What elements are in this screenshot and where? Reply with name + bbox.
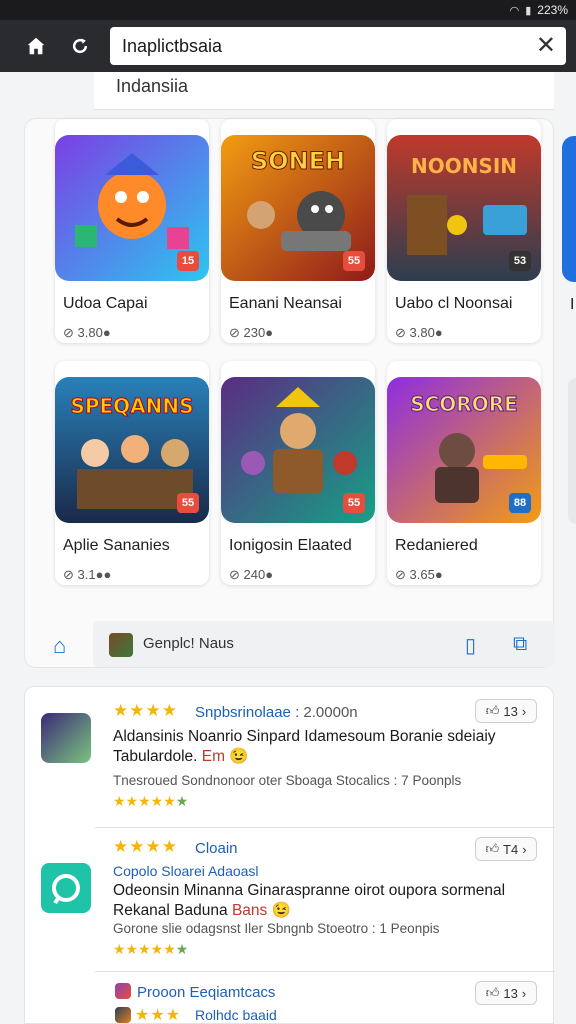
mini-avatar [115,1007,131,1023]
game-card[interactable]: SCORORE 88 Redaniered ⊘ 3.65● [387,361,541,585]
reviews-section: ★★★★ Snpbsrinolaae : 2.0000n 👍︎ 13 › Aldan… [24,686,555,1024]
like-button[interactable]: 👍︎ 13 › [475,699,537,723]
like-button[interactable]: 👍︎ T4 › [475,837,537,861]
share-icon[interactable]: ⧉ [513,633,527,656]
review-footer: Tnesroued Sondnonoor oter Sboaga Stocali… [113,773,462,788]
address-bar[interactable]: ✕ [110,27,566,65]
tab-label[interactable]: Genplc! Naus [143,635,234,652]
game-meta: ⊘ 3.80● [63,325,111,340]
chevron-right-icon: › [521,985,527,1001]
svg-text:SPEQANNS: SPEQANNS [70,394,193,418]
game-thumbnail: NOONSIN 53 [387,135,541,281]
game-badge: 55 [177,493,199,513]
game-badge: 53 [509,251,531,271]
rating-stars: ★★★ [135,1007,182,1024]
divider [95,971,555,972]
suggestion-text: Indansiia [116,76,189,96]
app-icon [109,633,133,657]
avatar [41,713,91,763]
game-title: Uabo cl Noonsai [395,295,513,312]
wifi-icon: ◠ [509,4,520,17]
link-icon: ⊘ [395,567,410,582]
games-panel: 15 Udoa Capai ⊘ 3.80● SONEH 55 Eanani Ne… [24,118,555,669]
mini-rating-stars: ★★★★★★ [113,941,189,957]
link-icon: ⊘ [229,325,244,340]
link-icon: ⊘ [229,567,244,582]
emoji-icon: 😉 [271,902,291,919]
browser-toolbar: ✕ [0,20,576,72]
status-bar: ◠ ▮ 223% [0,0,576,20]
avatar [41,863,91,913]
emoji-icon: 😉 [229,748,249,765]
search-suggestion[interactable]: Indansiia [94,72,554,110]
game-meta: ⊘ 3.65● [395,567,443,582]
game-badge: 55 [343,251,365,271]
mini-avatar [115,983,131,999]
svg-text:SONEH: SONEH [251,147,345,175]
thumbs-up-icon: 👍︎ [485,703,500,718]
chevron-right-icon: › [521,703,527,719]
game-title: Eanani Neansai [229,295,342,312]
game-thumbnail: 15 [55,135,209,281]
game-thumbnail: SONEH 55 [221,135,375,281]
game-thumbnail: SPEQANNS 55 [55,377,209,523]
game-card-partial[interactable] [568,378,576,524]
game-thumbnail: SCORORE 88 [387,377,541,523]
panel-tab-bar: ⌂ Genplc! Naus ▯ ⧉ [25,619,555,669]
review-tagline: Rolhdc baaid [195,1007,277,1023]
link-icon: ⊘ [395,325,410,340]
game-meta: ⊘ 230● [229,325,274,340]
game-title: Ionigosin Elaated [229,537,352,554]
home-icon[interactable] [22,32,50,60]
game-title: Aplie Sananies [63,537,170,554]
divider [95,827,555,828]
rating-stars: ★★★★ [113,701,178,720]
chevron-right-icon: › [522,841,527,857]
reload-icon[interactable] [66,32,94,60]
game-thumbnail: 55 [221,377,375,523]
game-title-partial: I [570,296,575,313]
close-icon[interactable]: ✕ [536,34,556,58]
game-card[interactable]: NOONSIN 53 Uabo cl Noonsai ⊘ 3.80● [387,119,541,343]
link-icon: ⊘ [63,325,78,340]
mini-rating-stars: ★★★★★★ [113,793,189,809]
game-badge: 15 [177,251,199,271]
svg-text:NOONSIN: NOONSIN [411,154,517,178]
thumbs-up-icon: 👍︎ [485,985,500,1000]
svg-text:SCORORE: SCORORE [410,392,518,416]
game-card[interactable]: 55 Ionigosin Elaated ⊘ 240● [221,361,375,585]
rating-stars: ★★★★ [113,837,178,856]
link-icon: ⊘ [63,567,78,582]
review-author[interactable]: Prooon Eeqiamtcacs [137,984,275,1001]
game-card-partial[interactable] [562,136,576,282]
review-author[interactable]: Cloain [195,840,238,857]
bookmark-icon[interactable]: ▯ [465,633,476,658]
like-button[interactable]: 👍︎ 13 › [475,981,537,1005]
game-title: Redaniered [395,537,478,554]
game-card[interactable]: SPEQANNS 55 Aplie Sananies ⊘ 3.1●● [55,361,209,585]
thumbs-up-icon: 👍︎ [485,841,500,856]
signal-icon: ▮ [525,4,532,17]
review-body: Odeonsin Minanna Ginaraspranne oirot oup… [113,882,506,919]
game-title: Udoa Capai [63,295,148,312]
home-icon[interactable]: ⌂ [53,633,66,659]
review-body: Aldansinis Noanrio Sinpard Idamesoum Bor… [113,728,496,765]
url-input[interactable] [122,35,536,57]
review-tagline: Copolo Sloarei Adaoasl [113,863,259,879]
review-author[interactable]: Snpbsrinolaae : 2.0000n [195,704,358,721]
game-badge: 88 [509,493,531,513]
game-meta: ⊘ 3.80● [395,325,443,340]
game-meta: ⊘ 240● [229,567,274,582]
battery-text: 223% [537,3,568,17]
game-card[interactable]: 15 Udoa Capai ⊘ 3.80● [55,119,209,343]
review-footer: Gorone slie odagsnst Iler Sbngnb Stoeotr… [113,921,440,936]
game-badge: 55 [343,493,365,513]
game-meta: ⊘ 3.1●● [63,567,112,582]
game-card[interactable]: SONEH 55 Eanani Neansai ⊘ 230● [221,119,375,343]
